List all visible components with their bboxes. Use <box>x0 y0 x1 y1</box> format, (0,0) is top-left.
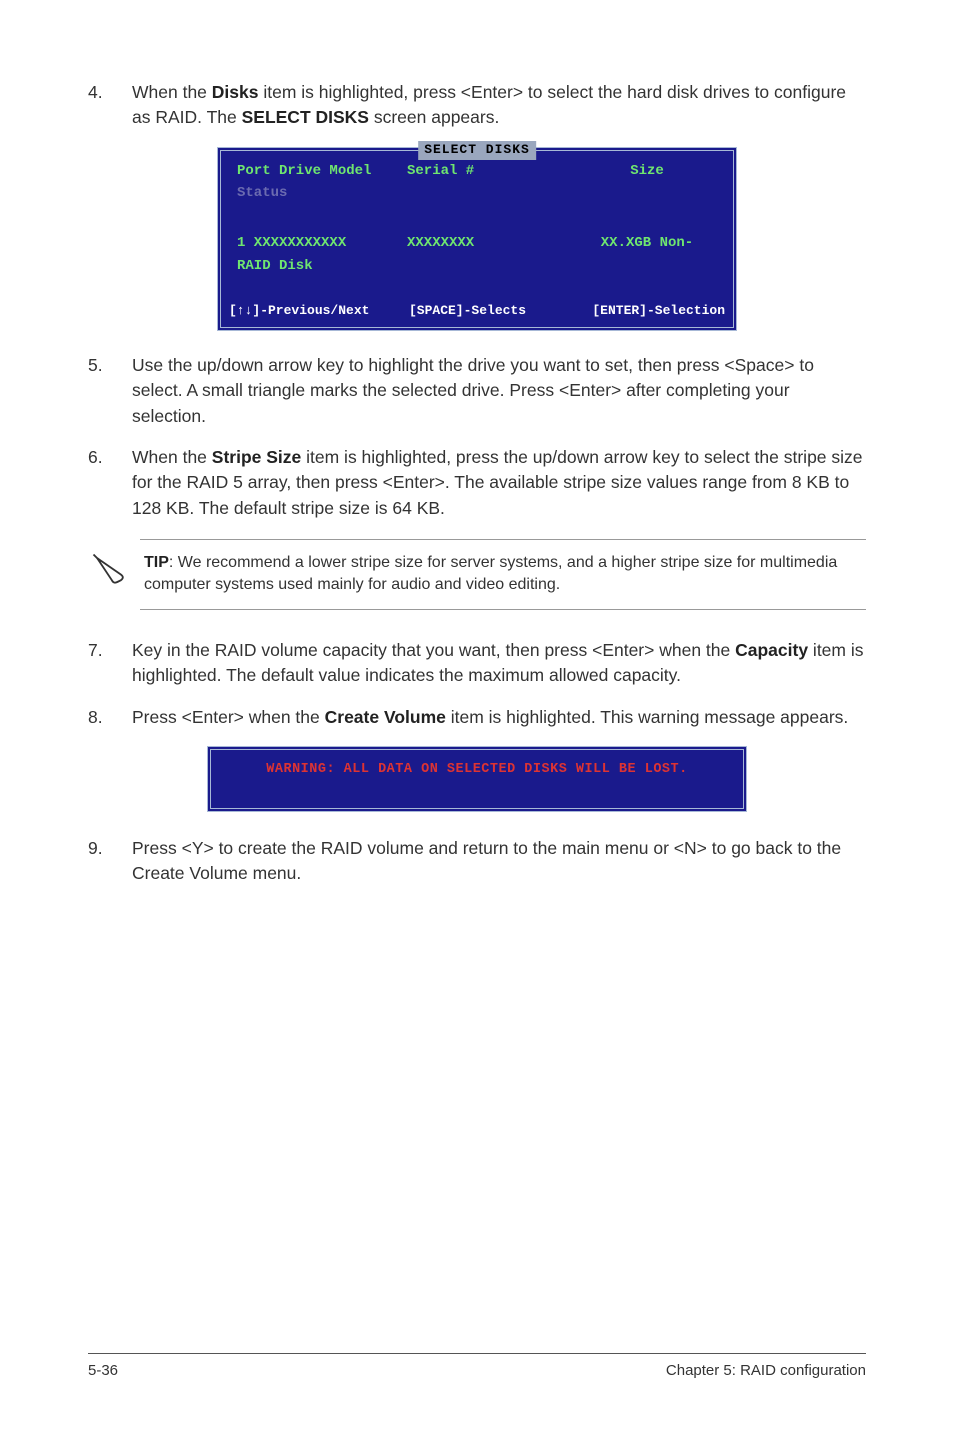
step-5: 5. Use the up/down arrow key to highligh… <box>88 353 866 429</box>
hint-prev-next: [↑↓]-Previous/Next <box>229 302 409 321</box>
step-9: 9. Press <Y> to create the RAID volume a… <box>88 836 866 887</box>
val-serial: XXXXXXXX <box>407 233 577 253</box>
step-body: Use the up/down arrow key to highlight t… <box>132 353 866 429</box>
page-number: 5-36 <box>88 1360 118 1382</box>
val-size: XX.XGB Non- <box>577 233 717 253</box>
step-num: 9. <box>88 836 132 887</box>
text: item is highlighted. This warning messag… <box>446 707 848 727</box>
hint-space: [SPACE]-Selects <box>409 302 555 321</box>
bios-status: Status <box>221 183 733 207</box>
text: screen appears. <box>369 107 499 127</box>
step-6: 6. When the Stripe Size item is highligh… <box>88 445 866 521</box>
text: Press <Enter> when the <box>132 707 325 727</box>
pencil-icon <box>88 549 140 600</box>
step-body: When the Disks item is highlighted, pres… <box>132 80 866 131</box>
col-serial: Serial # <box>407 161 577 181</box>
step-num: 4. <box>88 80 132 131</box>
bios-footer: [↑↓]-Previous/Next [SPACE]-Selects [ENTE… <box>221 296 733 327</box>
col-port-model: Port Drive Model <box>237 161 407 181</box>
tip-label: TIP <box>144 554 169 571</box>
hint-enter: [ENTER]-Selection <box>555 302 725 321</box>
step-8: 8. Press <Enter> when the Create Volume … <box>88 705 866 730</box>
bold-capacity: Capacity <box>735 640 808 660</box>
bios-select-disks: SELECT DISKS Port Drive Model Serial # S… <box>217 147 737 331</box>
bold-select-disks: SELECT DISKS <box>242 107 369 127</box>
step-7: 7. Key in the RAID volume capacity that … <box>88 638 866 689</box>
step-num: 5. <box>88 353 132 429</box>
bios-title: SELECT DISKS <box>418 141 536 160</box>
text: When the <box>132 447 212 467</box>
step-body: Key in the RAID volume capacity that you… <box>132 638 866 689</box>
bold-create-volume: Create Volume <box>325 707 446 727</box>
step-body: Press <Y> to create the RAID volume and … <box>132 836 866 887</box>
step-num: 7. <box>88 638 132 689</box>
val-port-model: 1 XXXXXXXXXXX <box>237 233 407 253</box>
warning-text: WARNING: ALL DATA ON SELECTED DISKS WILL… <box>266 762 687 777</box>
tip-callout: TIP: We recommend a lower stripe size fo… <box>88 539 866 610</box>
step-body: Press <Enter> when the Create Volume ite… <box>132 705 866 730</box>
bold-stripe-size: Stripe Size <box>212 447 301 467</box>
step-4: 4. When the Disks item is highlighted, p… <box>88 80 866 131</box>
step-num: 8. <box>88 705 132 730</box>
chapter-label: Chapter 5: RAID configuration <box>666 1360 866 1382</box>
bios-raid-label: RAID Disk <box>221 256 733 296</box>
step-body: When the Stripe Size item is highlighted… <box>132 445 866 521</box>
bios-warning: WARNING: ALL DATA ON SELECTED DISKS WILL… <box>207 746 747 812</box>
bold-disks: Disks <box>212 82 259 102</box>
page-footer: 5-36 Chapter 5: RAID configuration <box>88 1353 866 1382</box>
text: When the <box>132 82 212 102</box>
text: Key in the RAID volume capacity that you… <box>132 640 735 660</box>
col-size: Size <box>577 161 717 181</box>
bios-data-row: 1 XXXXXXXXXXX XXXXXXXX XX.XGB Non- <box>221 207 733 255</box>
step-num: 6. <box>88 445 132 521</box>
tip-body: : We recommend a lower stripe size for s… <box>144 554 837 593</box>
tip-text: TIP: We recommend a lower stripe size fo… <box>140 539 866 610</box>
